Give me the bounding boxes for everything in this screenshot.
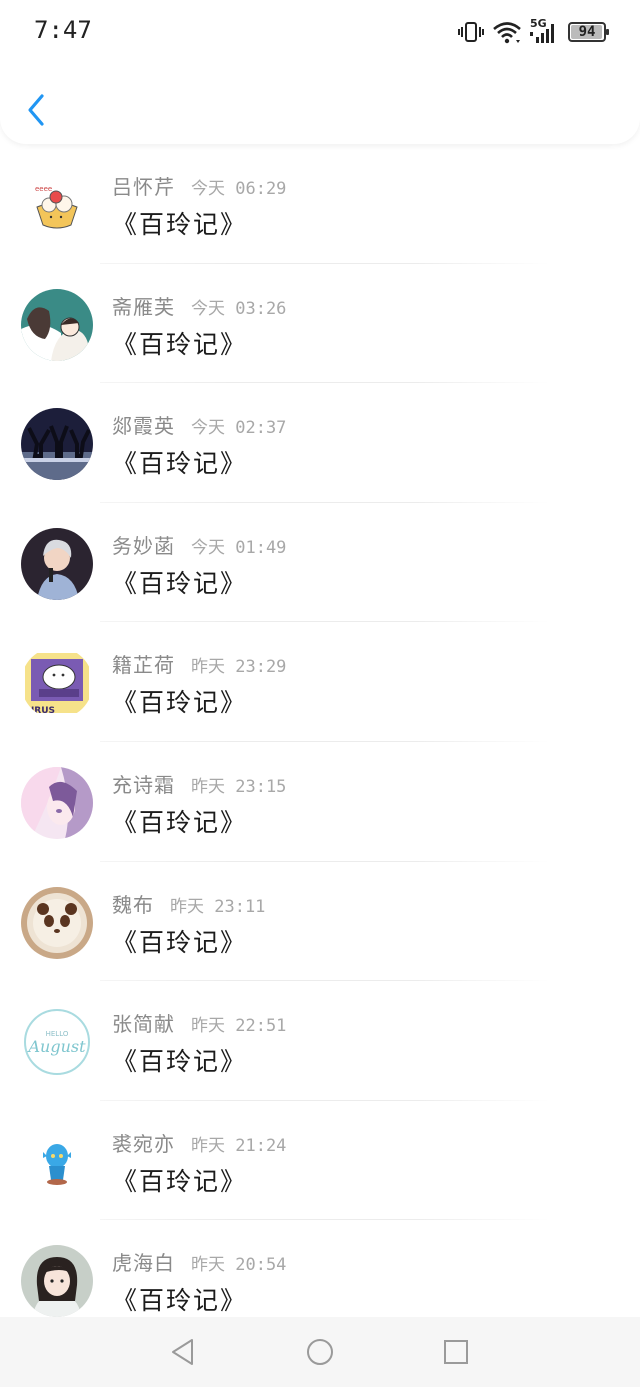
contact-name: 张简献 昨天 22:51 [112,1012,287,1037]
message-time: 昨天 22:51 [191,1016,287,1037]
message-preview: 《百玲记》 [112,1166,248,1196]
avatar-dessert-sticker[interactable]: eeee [21,169,93,241]
nav-home-button[interactable] [305,1337,335,1367]
circle-home-icon [307,1339,333,1365]
list-item[interactable]: 充诗霜 昨天 23:15 《百玲记》 [0,742,640,862]
message-preview: 《百玲记》 [112,1286,248,1316]
message-preview: 《百玲记》 [112,568,248,598]
list-item[interactable]: 郯霞英 今天 02:37 《百玲记》 [0,383,640,503]
back-button[interactable] [18,88,58,132]
contact-name: 充诗霜 昨天 23:15 [112,772,287,797]
avatar-singer-portrait[interactable] [21,527,93,600]
message-preview: 《百玲记》 [112,329,248,359]
contact-name: 籍芷荷 昨天 23:29 [112,653,287,678]
status-time: 7:47 [34,16,92,44]
message-preview: 《百玲记》 [112,807,248,837]
list-item[interactable]: 魏布 昨天 23:11 《百玲记》 [0,862,640,982]
message-time: 昨天 23:11 [170,896,266,917]
chevron-left-icon [28,94,44,126]
contact-name: 郯霞英 今天 02:37 [112,414,287,439]
message-list: eeee 吕怀芹 今天 06:29 《百玲记》 斋雁芙 今天 03:26 《百玲… [0,144,640,1340]
avatar-text-august: August [26,1037,86,1056]
message-time: 今天 02:37 [191,418,287,439]
list-item[interactable]: eeee 吕怀芹 今天 06:29 《百玲记》 [0,144,640,264]
square-recents-icon [444,1340,468,1364]
contact-name: 务妙菡 今天 01:49 [112,533,287,558]
avatar-panda-latte[interactable] [21,886,93,959]
signal-icon: 5G [530,17,560,45]
avatar-anime-girl[interactable] [21,766,93,839]
message-preview: 《百玲记》 [112,927,248,957]
wifi-icon [493,22,521,44]
message-time: 今天 01:49 [191,537,287,558]
screen: 7:47 5G 94 eeee 吕怀芹 今天 06:29 《百玲记》 斋雁芙 今… [0,0,640,1387]
avatar-blue-figurine[interactable] [21,1125,93,1198]
svg-text:URUS: URUS [27,706,55,716]
message-preview: 《百玲记》 [112,1047,248,1077]
message-preview: 《百玲记》 [112,210,248,239]
svg-text:eeee: eeee [35,185,52,193]
message-time: 昨天 20:54 [191,1255,287,1276]
avatar-hello-august[interactable]: HELLO August [21,1006,93,1079]
contact-name: 裘宛亦 昨天 21:24 [112,1131,287,1156]
message-time: 今天 03:26 [191,298,287,319]
message-time: 昨天 23:29 [191,657,287,678]
nav-recents-button[interactable] [441,1337,471,1367]
header: 7:47 5G 94 [0,0,640,144]
list-item[interactable]: HELLO August 张简献 昨天 22:51 《百玲记》 [0,981,640,1101]
contact-name: 魏布 昨天 23:11 [112,892,266,917]
battery-icon: 94 [568,22,609,42]
contact-name: 吕怀芹 今天 06:29 [112,175,287,199]
avatar-illustrated-couple[interactable] [21,288,93,361]
message-time: 昨天 23:15 [191,776,287,797]
contact-name: 虎海白 昨天 20:54 [112,1251,287,1276]
message-time: 今天 06:29 [191,179,287,199]
list-item[interactable]: 裘宛亦 昨天 21:24 《百玲记》 [0,1101,640,1221]
status-icons: 5G 94 [458,17,609,46]
message-time: 昨天 21:24 [191,1135,287,1156]
avatar-girl-portrait[interactable] [21,1245,93,1318]
list-item[interactable]: 务妙菡 今天 01:49 《百玲记》 [0,503,640,623]
message-preview: 《百玲记》 [112,688,248,718]
vibrate-icon [458,22,484,42]
avatar-stage-dancers[interactable] [21,408,93,481]
message-preview: 《百玲记》 [112,449,248,479]
list-item[interactable]: 斋雁芙 今天 03:26 《百玲记》 [0,264,640,384]
nav-back-button[interactable] [168,1337,198,1367]
avatar-taurus-cartoon[interactable]: URUS [21,647,93,720]
triangle-back-icon [172,1339,193,1365]
list-item[interactable]: URUS 籍芷荷 昨天 23:29 《百玲记》 [0,622,640,742]
contact-name: 斋雁芙 今天 03:26 [112,294,287,319]
navigation-bar [0,1317,640,1387]
battery-level: 94 [578,24,596,40]
